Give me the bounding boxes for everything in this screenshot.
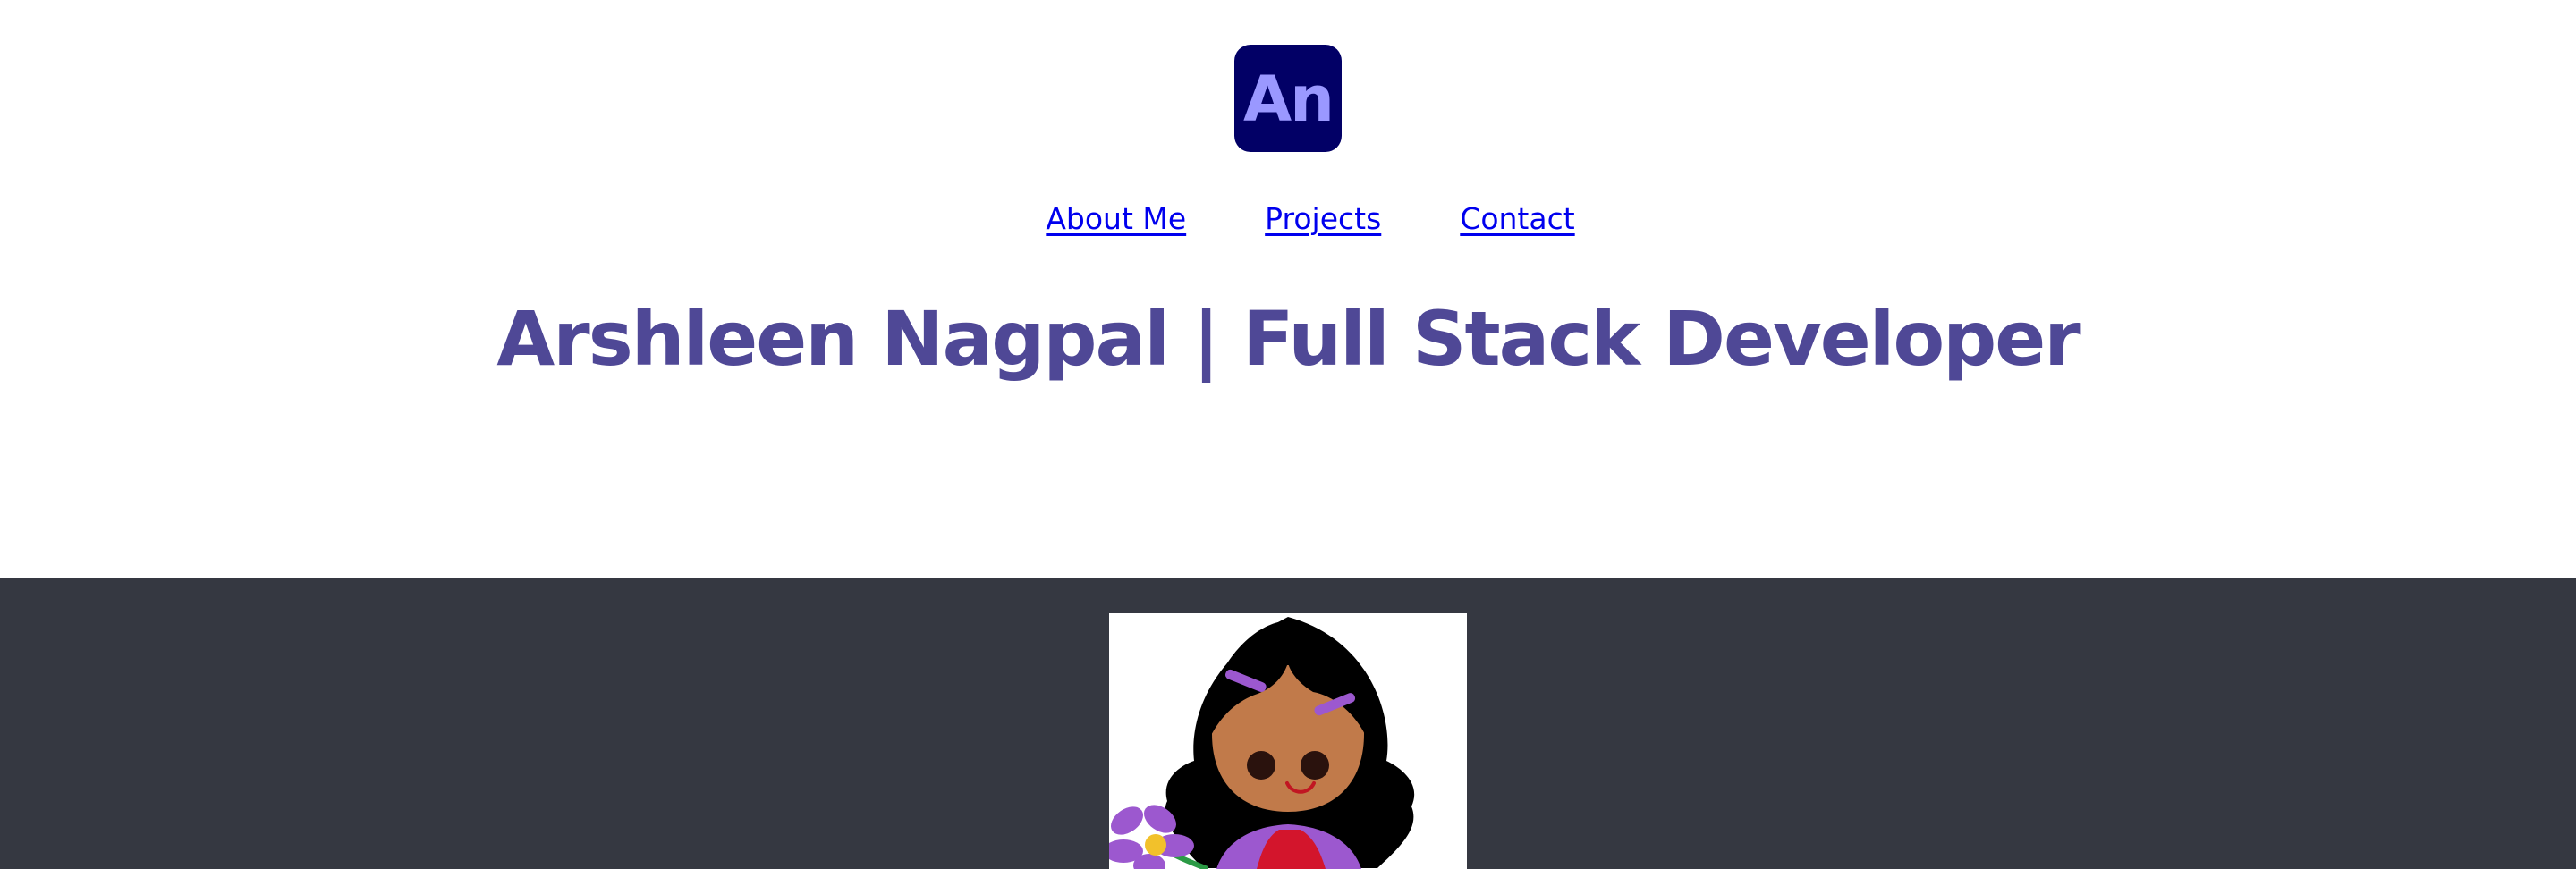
- logo-text: An: [1242, 63, 1335, 136]
- nav-link-contact[interactable]: Contact: [1460, 198, 1574, 240]
- eye-left: [1247, 751, 1275, 780]
- header-section: An About Me Projects Contact Arshleen Na…: [0, 0, 2576, 578]
- logo[interactable]: An: [1234, 45, 1342, 152]
- hero-section: [0, 578, 2576, 869]
- nav-link-about-me[interactable]: About Me: [1046, 198, 1186, 240]
- nav-link-projects[interactable]: Projects: [1265, 198, 1381, 240]
- main-nav: About Me Projects Contact: [0, 198, 2576, 240]
- page-title: Arshleen Nagpal | Full Stack Developer: [496, 295, 2080, 383]
- eye-right: [1301, 751, 1329, 780]
- page: An About Me Projects Contact Arshleen Na…: [0, 0, 2576, 869]
- avatar: [1109, 613, 1467, 869]
- girl-avatar-illustration: [1109, 617, 1415, 869]
